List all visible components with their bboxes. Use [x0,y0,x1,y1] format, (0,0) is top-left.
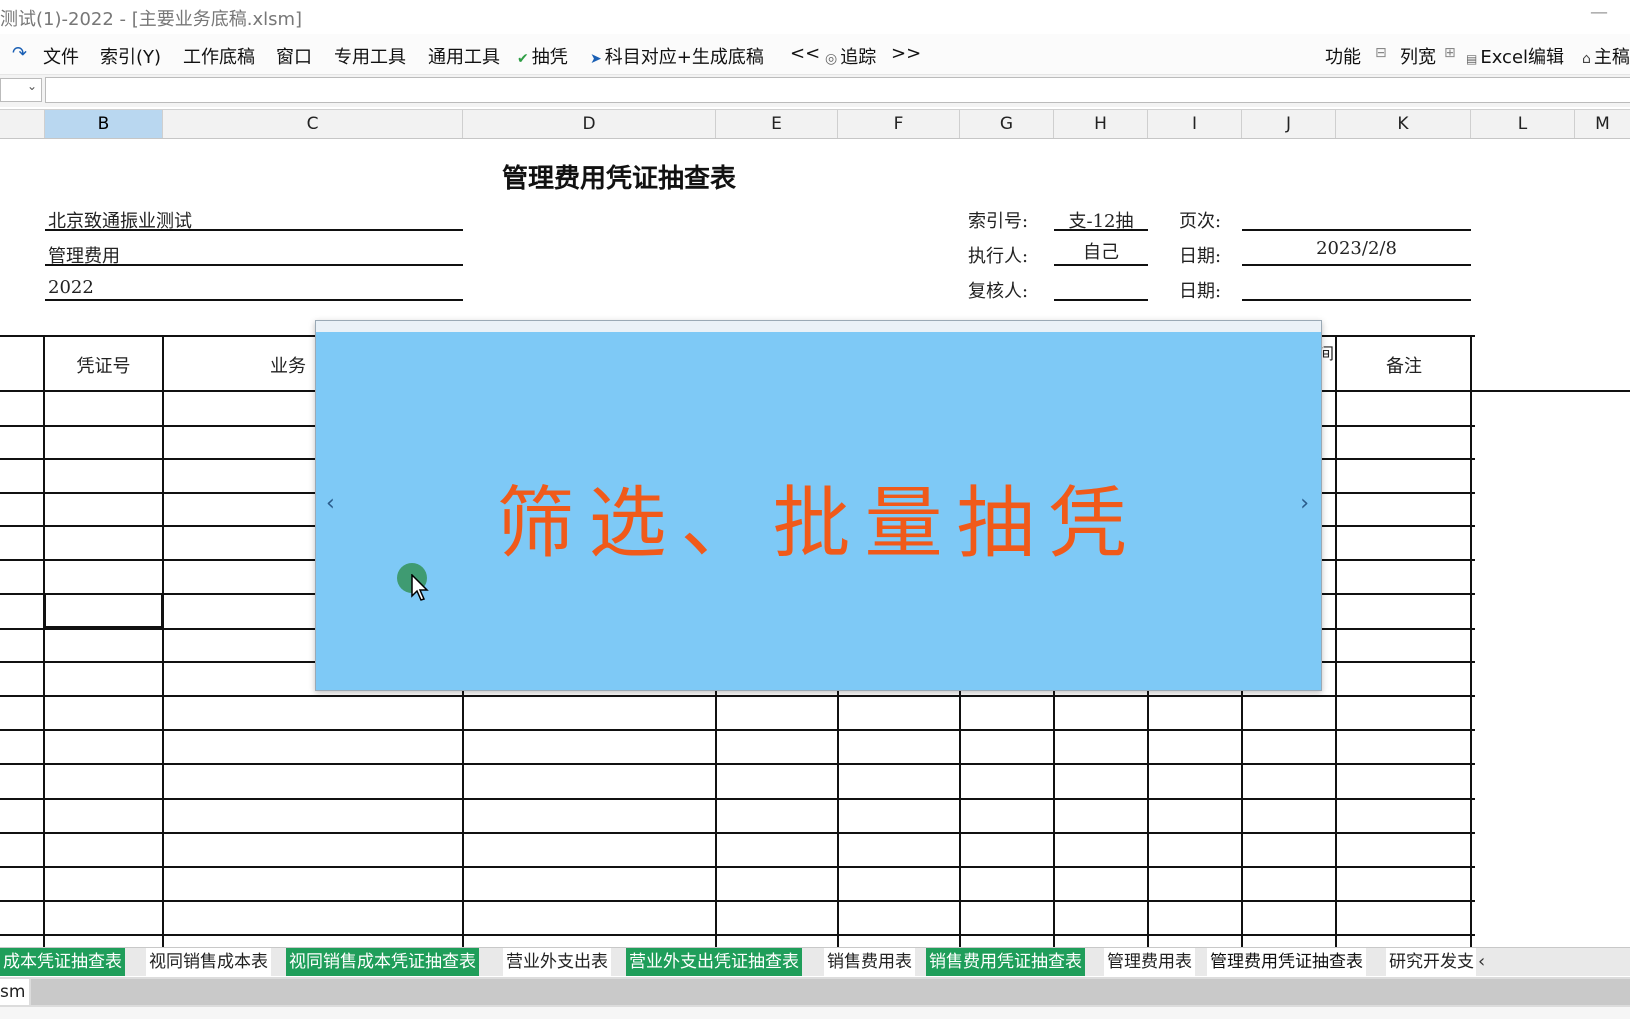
menu-common-tools[interactable]: 通用工具 [428,43,500,69]
menu-function[interactable]: 功能 [1325,43,1361,69]
column-header-m[interactable]: M [1575,110,1630,138]
prev-button[interactable]: << [790,43,820,64]
chevron-down-icon[interactable]: ⌄ [27,79,37,93]
trace-label: 追踪 [840,47,877,68]
underline [1054,229,1148,231]
sheet-tab[interactable]: 销售费用凭证抽查表 [926,948,1085,976]
menu-window[interactable]: 窗口 [276,43,312,69]
column-header-j[interactable]: J [1242,110,1336,138]
selected-cell[interactable] [44,593,163,628]
underline [1054,299,1148,301]
underline [1242,299,1471,301]
status-bar: sm [0,977,1630,1007]
next-button[interactable]: >> [891,43,921,64]
collapse-icon[interactable]: ⊟ [1375,45,1387,61]
column-header-d[interactable]: D [463,110,716,138]
status-file-label: sm [0,979,29,1005]
underline [45,299,463,301]
minimize-icon[interactable]: — [1590,2,1608,23]
column-header-l[interactable]: L [1471,110,1575,138]
menu-special-tools[interactable]: 专用工具 [334,43,406,69]
underline [45,264,463,266]
menu-colwidth[interactable]: 列宽 [1400,43,1436,69]
menu-kemu[interactable]: ➤ 科目对应+生成底稿 [590,43,764,69]
sheet-tab[interactable]: 管理费用表 [1104,948,1195,976]
menu-workpaper[interactable]: 工作底稿 [183,43,255,69]
header-voucher-no: 凭证号 [76,356,131,377]
sheet-tab[interactable]: 视同销售成本表 [146,948,271,976]
overlay-popup[interactable]: ‹ 筛选、批量抽凭 › [315,320,1322,691]
column-header: B C D E F G H I J K L M [0,109,1630,139]
mouse-cursor-icon [411,574,429,601]
sheet-tab[interactable]: 营业外支出凭证抽查表 [626,948,802,976]
overlay-banner-text: 筛选、批量抽凭 [496,479,1141,569]
menu-index[interactable]: 索引(Y) [100,43,161,69]
status-bar-fill [31,979,1630,1005]
executor-value: 自己 [1083,242,1119,263]
checkmark-icon: ✔ [517,51,529,67]
date-value: 2023/2/8 [1316,238,1397,259]
home-icon: ⌂ [1582,51,1591,67]
date-label: 日期: [1179,246,1222,267]
excel-edit-label: Excel编辑 [1480,47,1565,68]
sheet-tab[interactable]: 营业外支出表 [503,948,611,976]
choufeng-label: 抽凭 [531,47,568,68]
sheet-title: 管理费用凭证抽查表 [501,164,736,194]
globe-icon: ◎ [825,51,838,67]
underline [1242,264,1471,266]
menu-home[interactable]: ⌂ 主稿 [1582,43,1630,69]
year: 2022 [48,277,94,298]
bottom-strip [0,1007,1630,1019]
menu-bar: ↷ 文件 索引(Y) 工作底稿 窗口 专用工具 通用工具 ✔ 抽凭 ➤ 科目对应+生… [0,34,1630,75]
column-header-e[interactable]: E [716,110,838,138]
sheet-tab[interactable]: 成本凭证抽查表 [0,948,125,976]
menu-choufeng[interactable]: ✔ 抽凭 [517,43,568,69]
column-header-g[interactable]: G [960,110,1054,138]
tab-scroll-left-icon[interactable]: ‹ [1478,951,1485,972]
name-box[interactable]: ⌄ [0,78,42,102]
menu-file[interactable]: 文件 [43,43,79,69]
expand-icon[interactable]: ⊞ [1444,45,1456,61]
index-label: 索引号: [968,211,1029,232]
sheet-tab[interactable]: 研究开发支 [1386,948,1476,976]
underline [45,229,463,231]
window-title: 测试(1)-2022 - [主要业务底稿.xlsm] [0,9,303,30]
sheet-tab-active[interactable]: 管理费用凭证抽查表 [1207,948,1366,976]
title-bar: 测试(1)-2022 - [主要业务底稿.xlsm] — [0,0,1630,33]
excel-icon: ▤ [1466,52,1478,66]
next-arrow[interactable]: › [1300,491,1309,516]
redo-icon[interactable]: ↷ [12,43,27,64]
reviewer-label: 复核人: [968,281,1029,302]
column-header-b[interactable]: B [45,110,163,138]
menu-excel-edit[interactable]: ▤ Excel编辑 [1466,43,1564,69]
formula-input[interactable] [45,77,1630,103]
underline [1242,229,1471,231]
home-label: 主稿 [1593,47,1630,68]
header-business: 业务 [270,356,306,377]
header-remark: 备注 [1386,356,1422,377]
column-header-c[interactable]: C [163,110,463,138]
page-label: 页次: [1179,211,1222,232]
sheet-tab[interactable]: 销售费用表 [824,948,915,976]
row-header-corner[interactable] [0,110,45,138]
column-header-f[interactable]: F [838,110,960,138]
executor-label: 执行人: [968,246,1029,267]
underline [1054,264,1148,266]
kemu-label: 科目对应+生成底稿 [604,47,764,68]
column-header-k[interactable]: K [1336,110,1471,138]
column-header-h[interactable]: H [1054,110,1148,138]
popup-top-strip [316,321,1321,332]
menu-trace[interactable]: ◎ 追踪 [825,43,876,69]
date2-label: 日期: [1179,281,1222,302]
send-icon: ➤ [590,51,602,67]
column-header-i[interactable]: I [1148,110,1242,138]
sheet-tab[interactable]: 视同销售成本凭证抽查表 [286,948,479,976]
